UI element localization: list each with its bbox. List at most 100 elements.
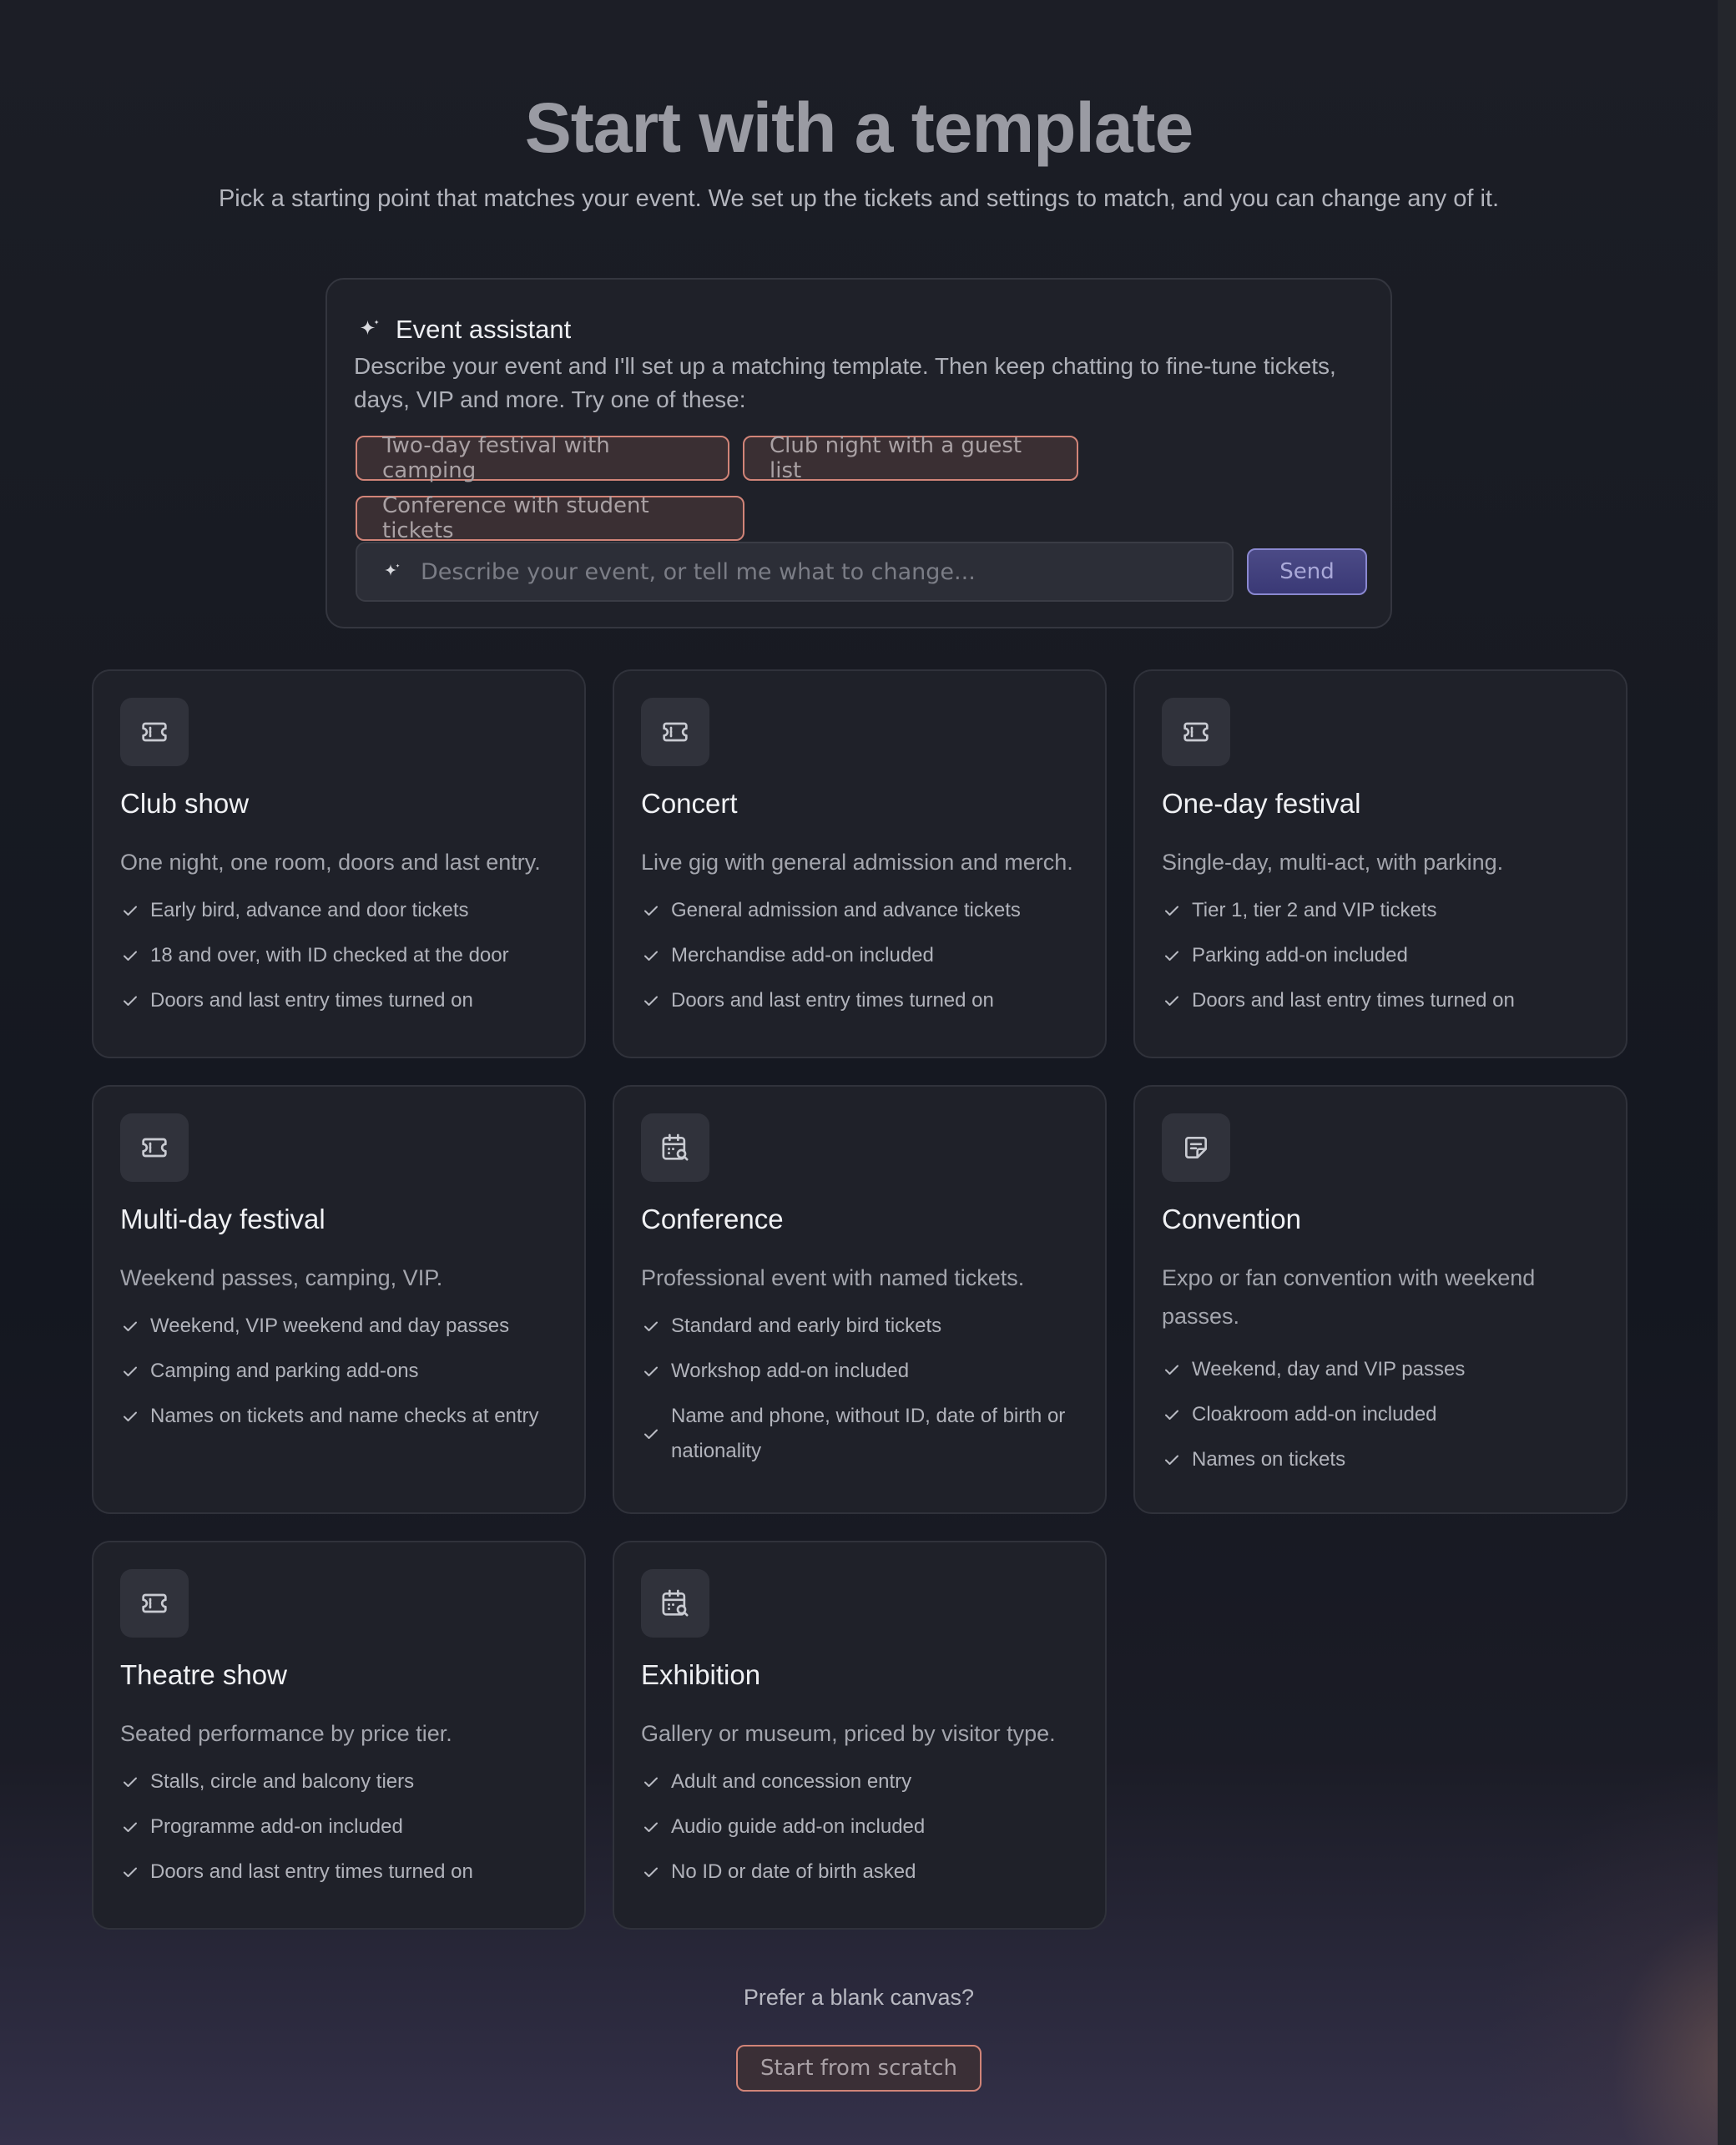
feature-list: Early bird, advance and door tickets 18 … [120, 893, 571, 1028]
feature-item: Cloakroom add-on included [1162, 1397, 1612, 1432]
card-icon-box [1162, 698, 1230, 766]
check-icon [1162, 901, 1182, 921]
feature-item: Doors and last entry times turned on [641, 983, 1092, 1018]
assistant-title: Event assistant [396, 315, 572, 344]
template-card-convention[interactable]: Convention Expo or fan convention with w… [1133, 1085, 1628, 1514]
card-description: Professional event with named tickets. [641, 1265, 1025, 1290]
feature-text: Names on tickets and name checks at entr… [150, 1405, 539, 1427]
feature-text: Merchandise add-on included [671, 944, 934, 967]
feature-item: General admission and advance tickets [641, 893, 1092, 928]
feature-item: Stalls, circle and balcony tiers [120, 1764, 571, 1799]
card-title: Convention [1162, 1204, 1301, 1234]
suggestion-chip[interactable]: Two-day festival with camping [356, 433, 729, 483]
check-icon [641, 1772, 661, 1792]
feature-text: Audio guide add-on included [671, 1815, 926, 1838]
ticket-icon [659, 715, 692, 749]
card-description: Expo or fan convention with weekend pass… [1162, 1265, 1536, 1329]
template-card-multi-day-festival[interactable]: Multi-day festival Weekend passes, campi… [92, 1085, 586, 1514]
event-assistant-panel: Event assistant Describe your event and … [326, 278, 1392, 628]
template-card-concert[interactable]: Concert Live gig with general admission … [613, 669, 1107, 1058]
feature-text: Weekend, day and VIP passes [1192, 1358, 1466, 1380]
feature-text: Standard and early bird tickets [671, 1315, 942, 1337]
card-title: Club show [120, 788, 250, 819]
card-icon-box [120, 1569, 189, 1638]
template-card-conference[interactable]: Conference Professional event with named… [613, 1085, 1107, 1514]
check-icon [641, 1361, 661, 1381]
check-icon [120, 946, 140, 966]
sticky-note-icon [1179, 1131, 1213, 1164]
suggestion-chip[interactable]: Conference with student tickets [356, 493, 744, 543]
feature-item: Names on tickets [1162, 1442, 1612, 1477]
feature-text: Camping and parking add-ons [150, 1360, 419, 1382]
check-icon [120, 1817, 140, 1837]
card-title: Concert [641, 788, 738, 819]
feature-text: Parking add-on included [1192, 944, 1408, 967]
feature-text: Name and phone, without ID, date of birt… [671, 1405, 1066, 1462]
feature-list: Weekend, day and VIP passes Cloakroom ad… [1162, 1352, 1612, 1487]
check-icon [1162, 1360, 1182, 1380]
check-icon [120, 1361, 140, 1381]
assistant-header: Event assistant [357, 315, 571, 345]
feature-item: Tier 1, tier 2 and VIP tickets [1162, 893, 1612, 928]
feature-list: General admission and advance tickets Me… [641, 893, 1092, 1028]
check-icon [120, 1862, 140, 1882]
feature-text: Programme add-on included [150, 1815, 403, 1838]
sparkle-icon [357, 317, 382, 342]
blank-canvas-prompt: Prefer a blank canvas? [743, 1985, 975, 2010]
check-icon [641, 1316, 661, 1336]
start-from-scratch-button[interactable]: Start from scratch [736, 2045, 982, 2092]
template-card-exhibition[interactable]: Exhibition Gallery or museum, priced by … [613, 1541, 1107, 1930]
feature-item: 18 and over, with ID checked at the door [120, 938, 571, 973]
card-icon-box [641, 1113, 709, 1182]
card-icon-box [641, 698, 709, 766]
feature-item: Adult and concession entry [641, 1764, 1092, 1799]
check-icon [641, 1817, 661, 1837]
feature-text: Doors and last entry times turned on [671, 989, 994, 1012]
feature-item: Early bird, advance and door tickets [120, 893, 571, 928]
card-icon-box [120, 1113, 189, 1182]
check-icon [1162, 1450, 1182, 1470]
check-icon [641, 1862, 661, 1882]
feature-item: Workshop add-on included [641, 1354, 1092, 1389]
background-glow [1486, 1753, 1736, 2145]
feature-list: Tier 1, tier 2 and VIP tickets Parking a… [1162, 893, 1612, 1028]
template-card-theatre-show[interactable]: Theatre show Seated performance by price… [92, 1541, 586, 1930]
suggestion-chip[interactable]: Club night with a guest list [743, 433, 1078, 483]
card-description: One night, one room, doors and last entr… [120, 850, 541, 875]
ticket-icon [138, 1587, 171, 1620]
check-icon [641, 991, 661, 1011]
template-card-one-day-festival[interactable]: One-day festival Single-day, multi-act, … [1133, 669, 1628, 1058]
feature-text: No ID or date of birth asked [671, 1860, 916, 1883]
check-icon [1162, 991, 1182, 1011]
calendar-search-icon [659, 1131, 692, 1164]
feature-list: Stalls, circle and balcony tiers Program… [120, 1764, 571, 1900]
card-description: Gallery or museum, priced by visitor typ… [641, 1721, 1056, 1746]
feature-item: Name and phone, without ID, date of birt… [641, 1399, 1092, 1469]
check-icon [120, 901, 140, 921]
assistant-input-field[interactable] [419, 558, 1232, 586]
feature-text: Doors and last entry times turned on [150, 1860, 473, 1883]
feature-item: Doors and last entry times turned on [1162, 983, 1612, 1018]
feature-list: Standard and early bird tickets Workshop… [641, 1309, 1092, 1479]
send-button[interactable]: Send [1247, 548, 1367, 595]
feature-item: No ID or date of birth asked [641, 1855, 1092, 1890]
card-title: Conference [641, 1204, 784, 1234]
assistant-description: Describe your event and I'll set up a ma… [354, 353, 1336, 412]
feature-item: Doors and last entry times turned on [120, 983, 571, 1018]
feature-text: Names on tickets [1192, 1448, 1346, 1471]
feature-list: Adult and concession entry Audio guide a… [641, 1764, 1092, 1900]
feature-text: Stalls, circle and balcony tiers [150, 1770, 415, 1793]
card-description: Seated performance by price tier. [120, 1721, 452, 1746]
assistant-chat-input[interactable] [356, 542, 1234, 602]
check-icon [1162, 946, 1182, 966]
check-icon [641, 901, 661, 921]
ticket-icon [138, 1131, 171, 1164]
feature-item: Camping and parking add-ons [120, 1354, 571, 1389]
template-card-club-show[interactable]: Club show One night, one room, doors and… [92, 669, 586, 1058]
scrollbar[interactable] [1718, 0, 1736, 2145]
feature-text: Early bird, advance and door tickets [150, 899, 469, 921]
feature-item: Merchandise add-on included [641, 938, 1092, 973]
ticket-icon [1179, 715, 1213, 749]
ticket-icon [138, 715, 171, 749]
calendar-search-icon [659, 1587, 692, 1620]
